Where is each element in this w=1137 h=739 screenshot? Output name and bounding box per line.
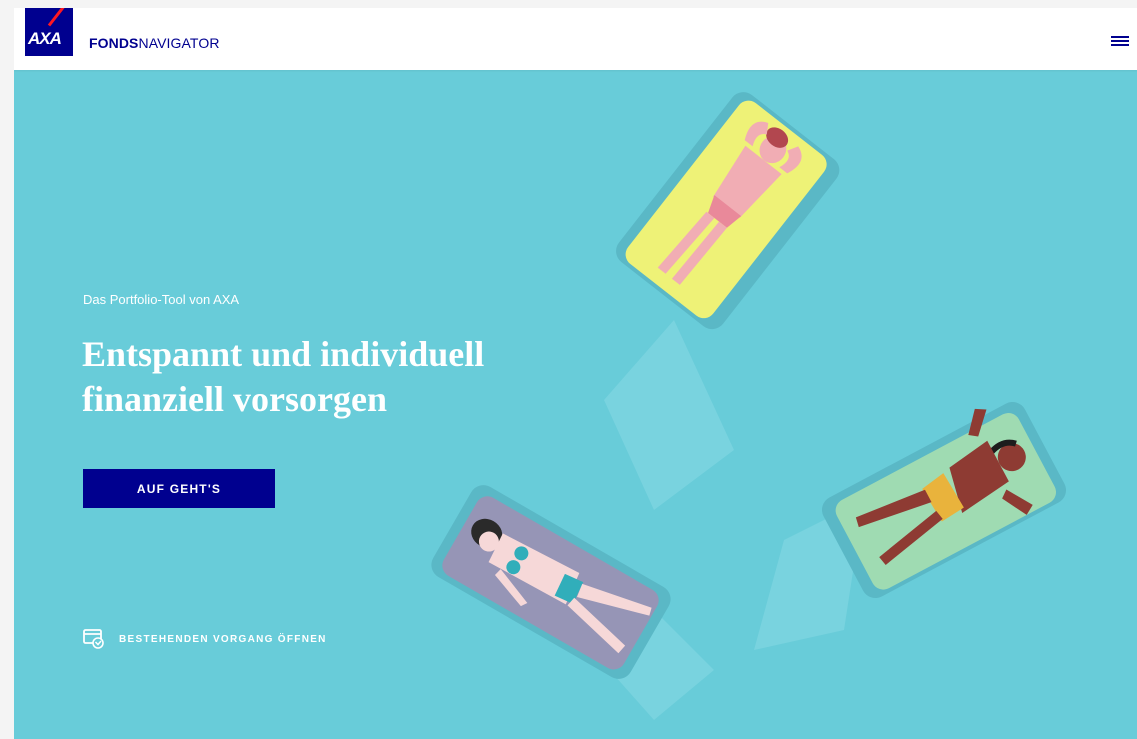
hero-headline-line-1: Entspannt und individuell (82, 334, 485, 374)
open-existing-process-label: BESTEHENDEN VORGANG ÖFFNEN (119, 633, 327, 645)
hero-section: Das Portfolio-Tool von AXA Entspannt und… (14, 70, 1137, 739)
axa-logo[interactable]: AXA (25, 8, 73, 56)
start-button[interactable]: AUF GEHT'S (83, 469, 275, 508)
axa-logo-text: AXA (28, 29, 62, 48)
brand-name-bold: FONDS (89, 35, 139, 51)
open-existing-process-link[interactable]: BESTEHENDEN VORGANG ÖFFNEN (83, 628, 327, 650)
hero-eyebrow: Das Portfolio-Tool von AXA (83, 292, 240, 307)
app-window: AXA FONDSNAVIGATOR Das Portfolio-Tool vo… (14, 8, 1137, 739)
brand-name-regular: NAVIGATOR (138, 35, 220, 51)
brand-name: FONDSNAVIGATOR (89, 34, 220, 52)
top-header: AXA FONDSNAVIGATOR (14, 8, 1137, 70)
hamburger-menu-icon[interactable] (1111, 36, 1131, 50)
logo-slash (47, 8, 73, 27)
hero-headline: Entspannt und individuell finanziell vor… (82, 332, 702, 422)
restore-window-icon (83, 629, 104, 649)
hero-headline-line-2: finanziell vorsorgen (82, 379, 387, 419)
